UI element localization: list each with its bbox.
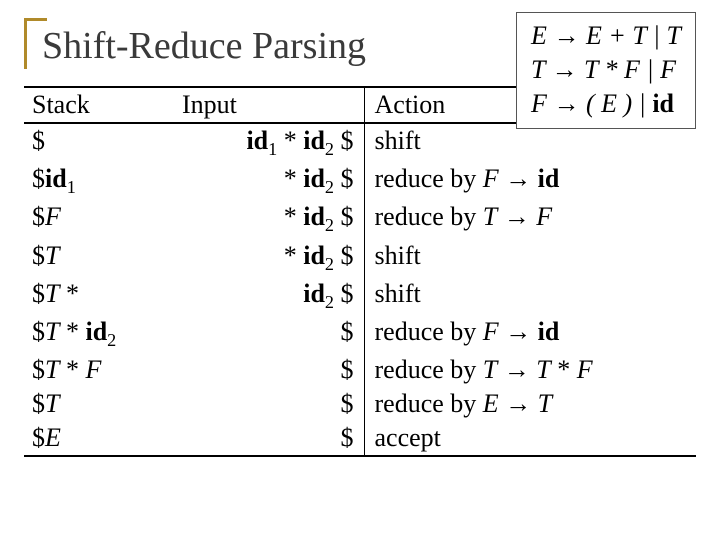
cell-input: $ [174, 353, 364, 387]
cell-stack: $T [24, 239, 174, 277]
cell-input: $ [174, 315, 364, 353]
cell-stack: $T * F [24, 353, 174, 387]
cell-action: reduce by T → F [364, 200, 696, 238]
cell-action: shift [364, 239, 696, 277]
cell-action: reduce by E → T [364, 387, 696, 421]
cell-stack: $id1 [24, 162, 174, 200]
title-wrap: Shift-Reduce Parsing [24, 18, 366, 68]
title-accent-icon [24, 18, 47, 69]
cell-stack: $T * id2 [24, 315, 174, 353]
table-row: $F* id2 $reduce by T → F [24, 200, 696, 238]
cell-stack: $T [24, 387, 174, 421]
cell-action: reduce by F → id [364, 315, 696, 353]
cell-stack: $F [24, 200, 174, 238]
cell-stack: $E [24, 421, 174, 456]
cell-stack: $T * [24, 277, 174, 315]
slide: Shift-Reduce Parsing E → E + T | T T → T… [0, 0, 720, 540]
cell-action: reduce by T → T * F [364, 353, 696, 387]
cell-input: * id2 $ [174, 200, 364, 238]
cell-input: $ [174, 387, 364, 421]
cell-input: * id2 $ [174, 162, 364, 200]
grammar-line-2: T → T * F | F [531, 53, 681, 87]
table-row: $T* id2 $shift [24, 239, 696, 277]
table-row: $E$accept [24, 421, 696, 456]
grammar-line-3: F → ( E ) | id [531, 87, 681, 121]
cell-action: accept [364, 421, 696, 456]
table-body: $id1 * id2 $shift$id1* id2 $reduce by F … [24, 123, 696, 456]
cell-action: reduce by F → id [364, 162, 696, 200]
table-row: $T$reduce by E → T [24, 387, 696, 421]
grammar-box: E → E + T | T T → T * F | F F → ( E ) | … [516, 12, 696, 129]
header-input: Input [174, 87, 364, 123]
cell-input: * id2 $ [174, 239, 364, 277]
table-row: $T * F$reduce by T → T * F [24, 353, 696, 387]
table-row: $T *id2 $shift [24, 277, 696, 315]
table-row: $T * id2$reduce by F → id [24, 315, 696, 353]
cell-input: $ [174, 421, 364, 456]
grammar-line-1: E → E + T | T [531, 19, 681, 53]
page-title: Shift-Reduce Parsing [24, 18, 366, 68]
table-row: $id1* id2 $reduce by F → id [24, 162, 696, 200]
parse-table: Stack Input Action $id1 * id2 $shift$id1… [24, 86, 696, 457]
header-stack: Stack [24, 87, 174, 123]
cell-stack: $ [24, 123, 174, 162]
cell-input: id2 $ [174, 277, 364, 315]
cell-input: id1 * id2 $ [174, 123, 364, 162]
cell-action: shift [364, 277, 696, 315]
